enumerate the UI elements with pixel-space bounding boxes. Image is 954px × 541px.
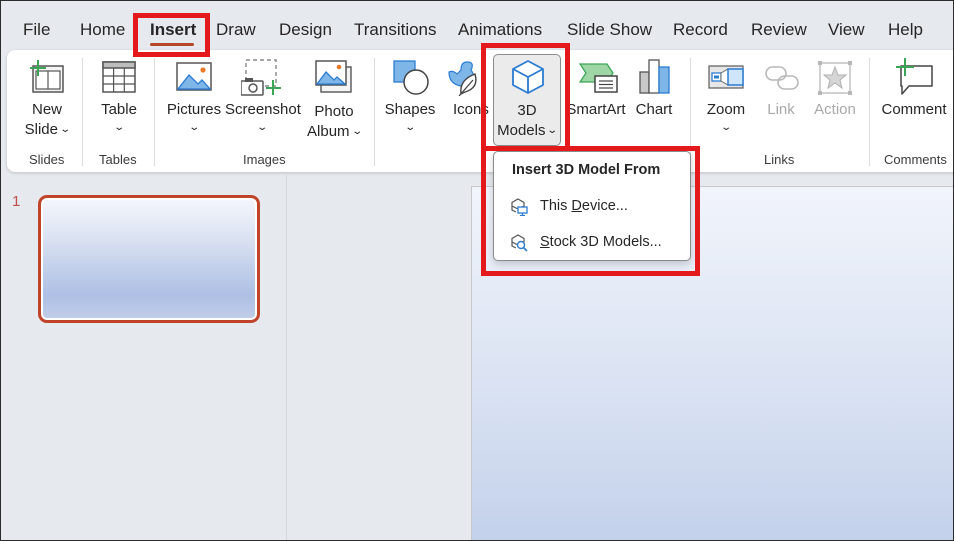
active-tab-indicator xyxy=(150,43,194,46)
menu-item-stock-3d-models[interactable]: Stock 3D Models... xyxy=(494,228,690,258)
chevron-down-icon: ⌄ xyxy=(113,122,125,133)
pictures-button[interactable]: Pictures ⌄ xyxy=(163,58,225,148)
group-divider xyxy=(869,58,870,166)
shapes-button[interactable]: Shapes ⌄ xyxy=(381,58,439,148)
screenshot-icon xyxy=(241,59,281,96)
menu-item-this-device[interactable]: This Device... xyxy=(494,192,690,222)
tab-view[interactable]: View xyxy=(828,20,865,40)
group-divider xyxy=(154,58,155,166)
accelerator-key: S xyxy=(540,234,550,250)
insert-3d-model-menu: Insert 3D Model From This Device... Stoc… xyxy=(493,151,691,261)
group-label-links: Links xyxy=(764,152,795,167)
menu-heading: Insert 3D Model From xyxy=(512,162,661,178)
3d-cube-icon xyxy=(512,60,544,94)
photo-album-button[interactable]: Photo Album⌄ xyxy=(303,58,365,148)
group-label-images: Images xyxy=(243,152,286,167)
link-label: Link xyxy=(767,101,795,118)
table-icon xyxy=(102,61,136,93)
stock-3d-search-icon xyxy=(511,234,528,252)
new-slide-label-2: Slide xyxy=(24,121,58,138)
smartart-icon xyxy=(579,63,618,93)
group-divider xyxy=(374,58,375,166)
tab-file[interactable]: File xyxy=(23,20,50,40)
action-button[interactable]: Action xyxy=(807,58,863,148)
chart-label: Chart xyxy=(635,101,673,118)
pictures-icon xyxy=(176,62,212,91)
pictures-label: Pictures xyxy=(166,101,222,118)
group-divider xyxy=(82,58,83,166)
chevron-down-icon: ⌄ xyxy=(546,125,559,136)
comment-button[interactable]: Comment xyxy=(877,58,951,148)
3d-models-label: 3D xyxy=(517,102,537,119)
shapes-label: Shapes xyxy=(384,101,436,118)
comment-label: Comment xyxy=(881,101,947,118)
tab-help[interactable]: Help xyxy=(888,20,923,40)
chevron-down-icon: ⌄ xyxy=(350,126,363,137)
pane-divider[interactable] xyxy=(286,173,287,540)
3d-models-button[interactable]: 3D Models⌄ xyxy=(493,54,561,146)
table-label: Table xyxy=(101,101,137,118)
screenshot-button[interactable]: Screenshot ⌄ xyxy=(225,58,301,148)
photo-album-label: Photo xyxy=(314,103,354,120)
powerpoint-window: File Home Insert Draw Design Transitions… xyxy=(0,0,954,541)
chevron-down-icon: ⌄ xyxy=(256,122,268,133)
tab-record[interactable]: Record xyxy=(673,20,728,40)
photo-album-icon xyxy=(315,60,352,93)
new-slide-label: New xyxy=(31,101,62,118)
device-3d-icon xyxy=(511,198,528,216)
link-icon xyxy=(765,66,799,90)
chevron-down-icon: ⌄ xyxy=(404,122,416,133)
tab-review[interactable]: Review xyxy=(751,20,807,40)
group-label-comments: Comments xyxy=(884,152,947,167)
chart-icon xyxy=(639,59,670,94)
smartart-button[interactable]: SmartArt xyxy=(563,58,629,148)
menu-item-text: This xyxy=(540,198,572,214)
new-slide-icon xyxy=(30,60,64,93)
group-label-slides: Slides xyxy=(29,152,65,167)
slide-number: 1 xyxy=(12,193,21,210)
zoom-label: Zoom xyxy=(706,101,746,118)
3d-models-label-2: Models xyxy=(497,122,546,139)
tab-slide-show[interactable]: Slide Show xyxy=(567,20,652,40)
chart-button[interactable]: Chart xyxy=(629,58,679,148)
group-divider xyxy=(690,58,691,166)
table-button[interactable]: Table ⌄ xyxy=(91,58,147,148)
action-star-icon xyxy=(818,61,852,95)
insert-ribbon: New Slide⌄ Slides Table ⌄ Tables Picture… xyxy=(7,50,953,172)
link-button[interactable]: Link xyxy=(757,58,805,148)
photo-album-label-2: Album xyxy=(307,123,350,140)
ribbon-tabs: File Home Insert Draw Design Transitions… xyxy=(1,1,953,49)
tab-insert[interactable]: Insert xyxy=(150,20,196,40)
tab-animations[interactable]: Animations xyxy=(458,20,542,40)
screenshot-label: Screenshot xyxy=(225,101,301,118)
tab-transitions[interactable]: Transitions xyxy=(354,20,437,40)
group-label-tables: Tables xyxy=(99,152,137,167)
action-label: Action xyxy=(814,101,856,118)
accelerator-key: D xyxy=(571,198,582,214)
smartart-label: SmartArt xyxy=(566,101,626,118)
comment-icon xyxy=(896,58,933,95)
tab-home[interactable]: Home xyxy=(80,20,125,40)
menu-item-text: evice... xyxy=(581,198,628,214)
tab-draw[interactable]: Draw xyxy=(216,20,256,40)
icons-button[interactable]: Icons xyxy=(441,58,491,148)
icons-icon xyxy=(448,61,477,96)
slide-thumbnail[interactable] xyxy=(38,195,260,323)
menu-item-text: tock 3D Models... xyxy=(549,234,662,250)
chevron-down-icon: ⌄ xyxy=(720,122,732,133)
shapes-icon xyxy=(393,60,429,95)
tab-design[interactable]: Design xyxy=(279,20,332,40)
chevron-down-icon: ⌄ xyxy=(59,124,72,135)
chevron-down-icon: ⌄ xyxy=(188,122,200,133)
zoom-button[interactable]: Zoom ⌄ xyxy=(699,58,753,148)
new-slide-button[interactable]: New Slide⌄ xyxy=(17,58,77,148)
zoom-icon xyxy=(708,65,744,89)
